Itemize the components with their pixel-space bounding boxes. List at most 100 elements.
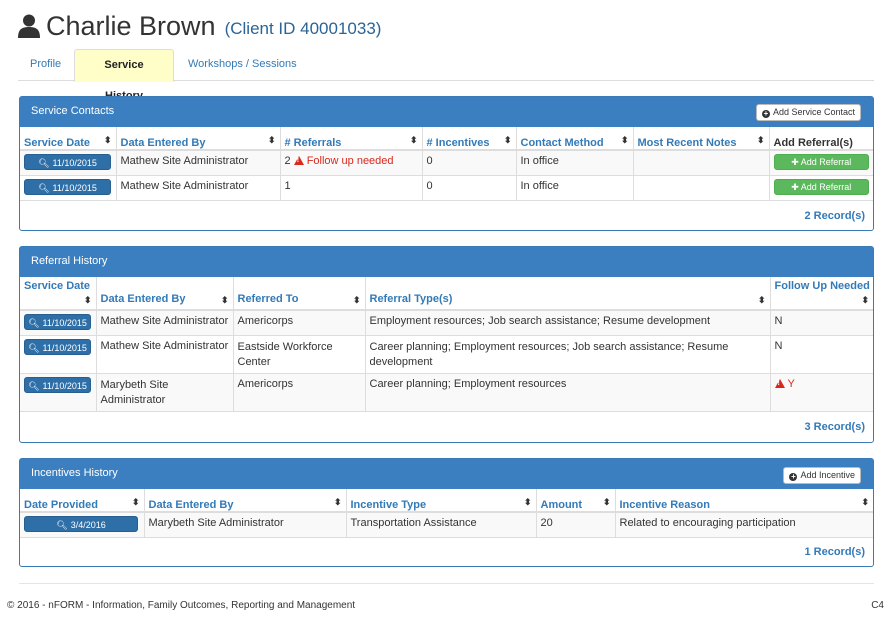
record-count: 2 Record(s) (20, 200, 873, 230)
col-follow-up-needed[interactable]: Follow Up Needed ⬍ (770, 277, 873, 311)
referral-history-header: Referral History (20, 247, 873, 277)
date-label: 11/10/2015 (52, 158, 97, 168)
add-service-contact-label: Add Service Contact (772, 107, 855, 117)
sort-icon: ⬍ (220, 295, 229, 305)
service-date-button[interactable]: 🔍︎ 11/10/2015 (24, 178, 111, 195)
referral-history-title: Referral History (31, 255, 108, 267)
service-date-button[interactable]: 🔍︎ 11/10/2015 (24, 314, 91, 330)
table-row: 🔍︎ 11/10/2015 Mathew Site Administrator 1… (20, 174, 873, 200)
col-referrals[interactable]: # Referrals ⬍ (280, 127, 423, 151)
cell-entered-by: Mathew Site Administrator (96, 309, 234, 335)
search-icon: 🔍︎ (28, 380, 40, 391)
tab-workshops-sessions[interactable]: Workshops / Sessions (176, 49, 309, 81)
col-label: # Incentives (426, 137, 490, 149)
cell-notes (633, 174, 770, 200)
col-referred-to[interactable]: Referred To ⬍ (233, 277, 366, 311)
cell-amount: 20 (536, 511, 616, 537)
table-row: 🔍︎ 11/10/2015 Mathew Site Administrator E… (20, 334, 873, 373)
search-icon: 🔍︎ (38, 182, 50, 193)
incentives-history-panel: Incentives History + Add Incentive Date P… (19, 458, 874, 567)
col-label: Date Provided (24, 499, 98, 511)
col-incentive-reason[interactable]: Incentive Reason ⬍ (615, 489, 873, 513)
sort-icon: ⬍ (756, 135, 765, 145)
col-label: Service Date (24, 280, 91, 292)
search-icon: 🔍︎ (28, 342, 40, 353)
sort-icon: ⬍ (83, 295, 92, 305)
col-service-date[interactable]: Service Date ⬍ (20, 127, 117, 151)
cell-incentives: 0 (422, 149, 517, 175)
add-referral-label: Add Referral (800, 157, 852, 167)
incentives-history-header: Incentives History + Add Incentive (20, 459, 873, 489)
sort-icon: ⬍ (352, 295, 361, 305)
tab-bar: Profile Service History Workshops / Sess… (18, 49, 874, 102)
sort-icon: ⬍ (333, 497, 342, 507)
user-icon (18, 14, 40, 38)
col-data-entered-by[interactable]: Data Entered By ⬍ (96, 277, 234, 311)
col-contact-method[interactable]: Contact Method ⬍ (516, 127, 634, 151)
cell-notes (633, 149, 770, 175)
warning-icon (774, 378, 785, 388)
date-label: 3/4/2016 (70, 520, 106, 530)
service-contacts-panel: Service Contacts + Add Service Contact Se… (19, 96, 874, 231)
col-label: Referral Type(s) (369, 293, 453, 305)
service-contacts-header: Service Contacts + Add Service Contact (20, 97, 873, 127)
col-label: Referred To (237, 293, 299, 305)
col-most-recent-notes[interactable]: Most Recent Notes ⬍ (633, 127, 770, 151)
col-service-date[interactable]: Service Date ⬍ (20, 277, 97, 311)
record-count: 1 Record(s) (20, 537, 873, 565)
add-incentive-button[interactable]: + Add Incentive (783, 467, 861, 484)
cell-entered-by: Mathew Site Administrator (96, 334, 234, 373)
search-icon: 🔍︎ (56, 520, 68, 530)
cell-referrals: 1 (280, 174, 423, 200)
add-service-contact-button[interactable]: + Add Service Contact (755, 104, 861, 121)
footer-divider (19, 583, 874, 584)
table-row: 🔍︎ 11/10/2015 Mathew Site Administrator A… (20, 309, 873, 335)
table-row: 🔍︎ 3/4/2016 Marybeth Site Administrator T… (20, 511, 873, 537)
date-label: 11/10/2015 (42, 380, 87, 391)
date-label: 11/10/2015 (42, 318, 87, 328)
follow-up-value: Y (787, 377, 795, 390)
cell-follow-up: N (770, 309, 873, 335)
sort-icon: ⬍ (267, 135, 276, 145)
tab-profile[interactable]: Profile (18, 49, 73, 81)
col-referral-types[interactable]: Referral Type(s) ⬍ (365, 277, 771, 311)
col-label: # Referrals (284, 137, 342, 149)
add-referral-button[interactable]: ✚ Add Referral (773, 178, 869, 195)
sort-icon: ⬍ (103, 135, 112, 145)
sort-icon: ⬍ (861, 295, 869, 305)
add-referral-button[interactable]: ✚ Add Referral (773, 154, 869, 170)
search-icon: 🔍︎ (38, 158, 50, 168)
follow-up-note: Follow up needed (306, 155, 394, 167)
search-icon: 🔍︎ (28, 318, 40, 328)
plus-circle-icon: + (761, 109, 770, 118)
cell-follow-up: N (770, 334, 873, 373)
referral-history-panel: Referral History Service Date ⬍ Data Ente… (19, 246, 874, 443)
cell-entered-by: Marybeth Site Administrator (96, 372, 234, 411)
cell-entered-by: Mathew Site Administrator (116, 149, 281, 175)
tab-service-history[interactable]: Service History (74, 49, 174, 102)
col-incentives[interactable]: # Incentives ⬍ (422, 127, 517, 151)
date-provided-button[interactable]: 🔍︎ 3/4/2016 (24, 516, 138, 532)
client-name: Charlie Brown (46, 10, 216, 41)
col-amount[interactable]: Amount ⬍ (536, 489, 616, 513)
col-label: Most Recent Notes (637, 137, 737, 149)
page-header: Charlie Brown (Client ID 40001033) (18, 8, 381, 44)
service-date-button[interactable]: 🔍︎ 11/10/2015 (24, 338, 91, 355)
sort-icon: ⬍ (620, 135, 629, 145)
col-data-entered-by[interactable]: Data Entered By ⬍ (144, 489, 347, 513)
service-date-button[interactable]: 🔍︎ 11/10/2015 (24, 376, 91, 393)
date-label: 11/10/2015 (42, 342, 87, 353)
cell-referral-types: Employment resources; Job search assista… (365, 309, 771, 335)
col-label: Follow Up Needed (774, 280, 870, 292)
col-incentive-type[interactable]: Incentive Type ⬍ (346, 489, 537, 513)
cell-entered-by: Marybeth Site Administrator (144, 511, 347, 537)
cell-follow-up: Y (770, 372, 873, 411)
col-label: Amount (540, 499, 583, 511)
col-date-provided[interactable]: Date Provided ⬍ (20, 489, 145, 513)
sort-icon: ⬍ (409, 135, 418, 145)
footer-code: C4 (871, 600, 884, 611)
col-data-entered-by[interactable]: Data Entered By ⬍ (116, 127, 281, 151)
col-label: Incentive Type (350, 499, 427, 511)
cell-entered-by: Mathew Site Administrator (116, 174, 281, 200)
service-date-button[interactable]: 🔍︎ 11/10/2015 (24, 154, 111, 170)
